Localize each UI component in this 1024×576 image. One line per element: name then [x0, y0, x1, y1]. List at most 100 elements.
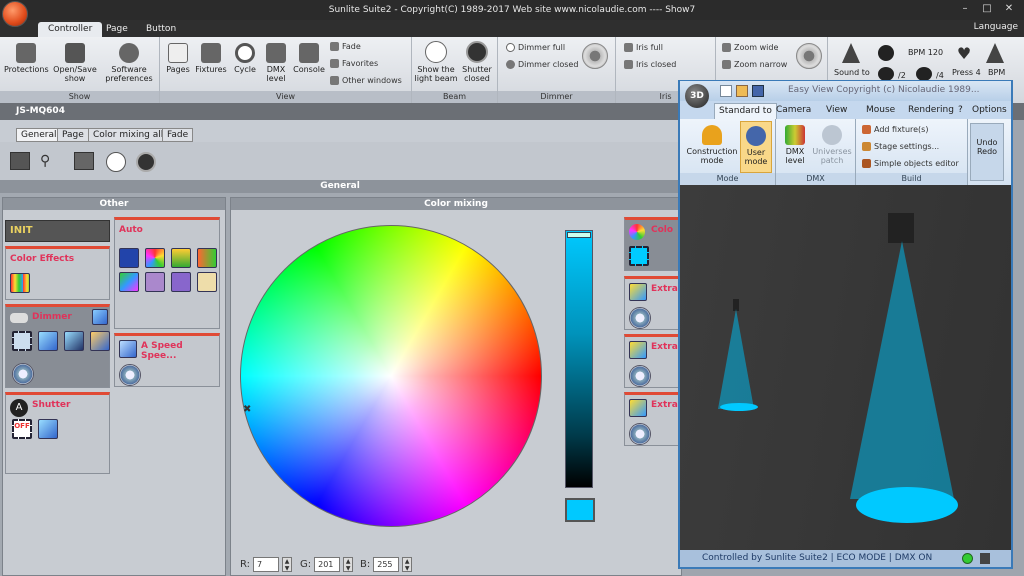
- tab-rendering[interactable]: Rendering: [908, 105, 954, 115]
- maximize-button[interactable]: □: [976, 0, 998, 18]
- brightness-slider[interactable]: [565, 230, 593, 488]
- fixture-2[interactable]: [888, 213, 914, 243]
- tempo-button-1[interactable]: [878, 45, 894, 61]
- tab-button[interactable]: Button: [136, 22, 186, 37]
- tab-page[interactable]: Page: [96, 22, 138, 37]
- shutter-closed-button[interactable]: Shutter closed: [458, 41, 496, 83]
- dimmer-speed-dial[interactable]: [12, 363, 34, 385]
- show-light-beam-button[interactable]: Show the light beam: [414, 41, 458, 83]
- init-button[interactable]: INIT: [5, 220, 110, 242]
- language-menu[interactable]: Language: [974, 22, 1018, 32]
- white-circle-icon[interactable]: [106, 152, 126, 172]
- tempo-button-3[interactable]: [916, 67, 932, 81]
- auto-color-icon[interactable]: [145, 248, 165, 268]
- dimmer-knob[interactable]: [582, 43, 608, 69]
- add-fixtures-button[interactable]: Add fixture(s): [862, 125, 928, 134]
- fixtures-button[interactable]: Fixtures: [194, 43, 228, 74]
- layout-icon[interactable]: [74, 152, 94, 170]
- open-save-button[interactable]: Open/Save show: [52, 43, 98, 83]
- universes-patch-button[interactable]: Universes patch: [812, 125, 852, 165]
- tempo-button-2[interactable]: [878, 67, 894, 81]
- heart-icon[interactable]: ♥: [952, 45, 976, 63]
- save-icon[interactable]: [752, 85, 764, 97]
- zoom-narrow-button[interactable]: Zoom narrow: [722, 60, 787, 69]
- app-orb-button[interactable]: [2, 1, 28, 27]
- help-button[interactable]: ?: [958, 105, 963, 115]
- open-icon[interactable]: [736, 85, 748, 97]
- wheel-cursor-icon[interactable]: ✖: [243, 404, 251, 415]
- dark-circle-icon[interactable]: [136, 152, 156, 172]
- auto-sound-icon[interactable]: [145, 272, 165, 292]
- eye-icon: [746, 126, 766, 146]
- auto-gobo-icon[interactable]: [171, 248, 191, 268]
- auto-lamp-icon[interactable]: [197, 272, 217, 292]
- favorites-button[interactable]: Favorites: [330, 59, 378, 68]
- tab-general[interactable]: General: [16, 128, 62, 142]
- tab-view[interactable]: View: [826, 105, 847, 115]
- fade-button[interactable]: Fade: [330, 42, 361, 51]
- tab-camera[interactable]: Camera: [776, 105, 811, 115]
- speed-icon[interactable]: [119, 340, 137, 358]
- preferences-button[interactable]: Software preferences: [102, 43, 156, 83]
- dimmer-macro-2-icon[interactable]: [38, 331, 58, 351]
- dmx-level-3d-button[interactable]: DMX level: [780, 125, 810, 165]
- r-spinner[interactable]: ▲ ▼: [282, 557, 293, 572]
- options-menu[interactable]: Options: [972, 105, 1007, 115]
- pages-button[interactable]: Pages: [164, 43, 192, 74]
- extra-dial-1[interactable]: [629, 307, 651, 329]
- dimmer-closed-button[interactable]: Dimmer closed: [506, 60, 578, 69]
- tab-color-mixing-all[interactable]: Color mixing all: [88, 128, 169, 142]
- zoom-knob[interactable]: [796, 43, 822, 69]
- console-button[interactable]: Console: [292, 43, 326, 74]
- color-wheel[interactable]: [240, 225, 542, 527]
- construction-mode-button[interactable]: Construction mode: [684, 125, 740, 165]
- auto-prism-icon[interactable]: [197, 248, 217, 268]
- speed-dial[interactable]: [119, 364, 141, 386]
- fixture-view-icon[interactable]: [10, 152, 30, 170]
- zoom-wide-button[interactable]: Zoom wide: [722, 43, 778, 52]
- color-effect-macro-icon[interactable]: [10, 273, 30, 293]
- dimmer-macro-4-icon[interactable]: [90, 331, 110, 351]
- undo-redo-button[interactable]: Undo Redo: [970, 123, 1004, 181]
- shutter-strobe-icon[interactable]: [38, 419, 58, 439]
- minimize-button[interactable]: –: [954, 0, 976, 18]
- tab-page[interactable]: Page: [57, 128, 89, 142]
- auto-music-icon[interactable]: [171, 272, 191, 292]
- extra-dial-2[interactable]: [629, 365, 651, 387]
- close-button[interactable]: ✕: [998, 0, 1020, 18]
- dimmer-macro-3-icon[interactable]: [64, 331, 84, 351]
- b-spinner[interactable]: ▲ ▼: [402, 557, 413, 572]
- iris-full-button[interactable]: Iris full: [624, 43, 663, 52]
- search-icon[interactable]: ⚲: [40, 152, 60, 170]
- shutter-off-icon[interactable]: OFF: [12, 419, 32, 439]
- favorites-label: Favorites: [342, 59, 379, 68]
- auto-rainbow-icon[interactable]: [119, 272, 139, 292]
- g-spinner[interactable]: ▲ ▼: [343, 557, 354, 572]
- tab-standard[interactable]: Standard to: [714, 103, 777, 119]
- dimmer-preset-icon[interactable]: [92, 309, 108, 325]
- brightness-slider-handle[interactable]: [567, 232, 591, 238]
- user-mode-button[interactable]: User mode: [740, 121, 772, 173]
- 3d-logo-icon[interactable]: 3D: [685, 84, 709, 108]
- stage-settings-button[interactable]: Stage settings...: [862, 142, 939, 151]
- tab-mouse[interactable]: Mouse: [866, 105, 895, 115]
- new-icon[interactable]: [720, 85, 732, 97]
- r-input[interactable]: 7: [253, 557, 280, 572]
- extra-dial-3[interactable]: [629, 423, 651, 445]
- dimmer-macro-1-icon[interactable]: [12, 331, 32, 351]
- b-input[interactable]: 255: [373, 557, 400, 572]
- protections-button[interactable]: Protections: [4, 43, 49, 74]
- g-input[interactable]: 201: [314, 557, 341, 572]
- dmx-level-button[interactable]: DMX level: [262, 43, 290, 83]
- add-fixtures-label: Add fixture(s): [874, 125, 929, 134]
- tab-fade[interactable]: Fade: [162, 128, 194, 142]
- iris-closed-button[interactable]: Iris closed: [624, 60, 676, 69]
- color-preset-icon[interactable]: [629, 246, 649, 266]
- dimmer-full-button[interactable]: Dimmer full: [506, 43, 565, 52]
- cycle-button[interactable]: Cycle: [230, 43, 260, 74]
- no-function-icon[interactable]: [119, 248, 139, 268]
- tab-controller[interactable]: Controller: [38, 22, 103, 37]
- simple-objects-editor-button[interactable]: Simple objects editor: [862, 159, 959, 168]
- other-windows-button[interactable]: Other windows: [330, 76, 402, 85]
- 3d-scene[interactable]: [680, 185, 1011, 550]
